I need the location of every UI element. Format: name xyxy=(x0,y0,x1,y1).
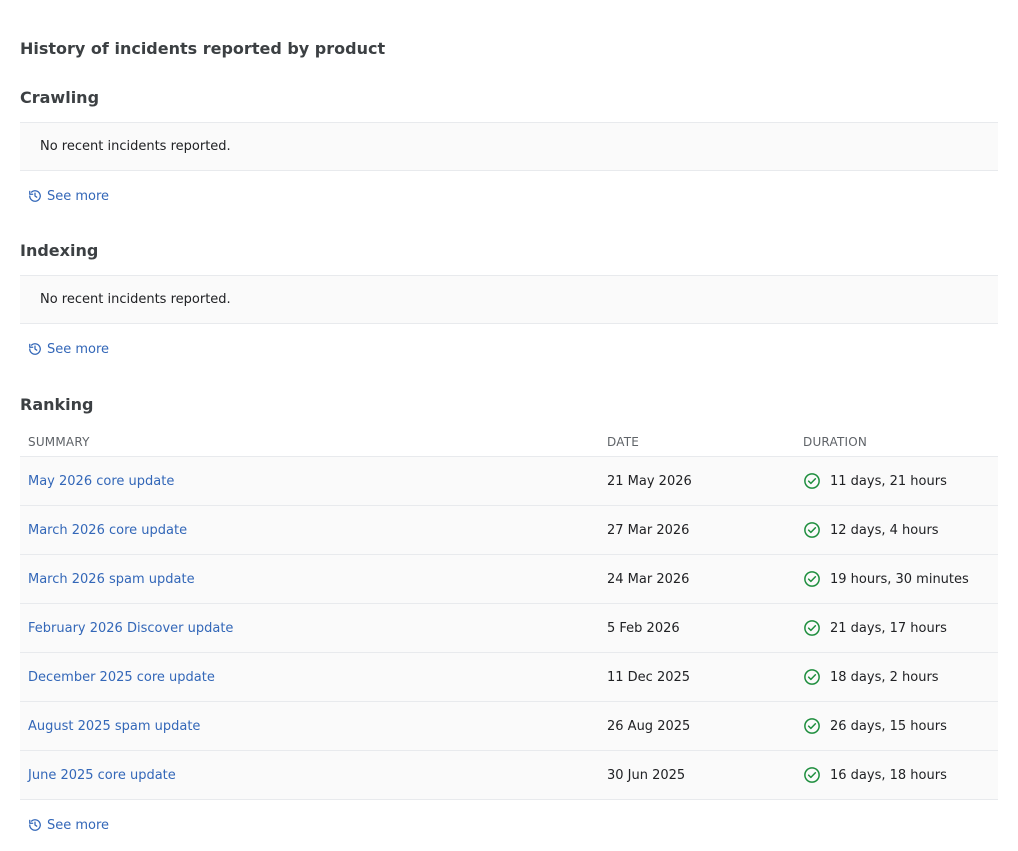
incident-date: 30 Jun 2025 xyxy=(607,767,686,783)
incident-summary-link[interactable]: June 2025 core update xyxy=(28,768,176,783)
crawling-empty-state: No recent incidents reported. xyxy=(20,122,998,171)
check-circle-icon xyxy=(804,473,820,489)
incident-date: 21 May 2026 xyxy=(607,473,692,489)
incident-summary-link[interactable]: August 2025 spam update xyxy=(28,719,200,734)
history-icon xyxy=(29,343,41,355)
column-header-summary: SUMMARY xyxy=(28,434,90,449)
check-circle-icon xyxy=(804,767,820,783)
see-more-label: See more xyxy=(47,817,110,833)
table-header: SUMMARY DATE DURATION xyxy=(20,427,998,457)
incident-summary-link[interactable]: February 2026 Discover update xyxy=(28,621,233,636)
column-header-date: DATE xyxy=(607,434,640,449)
incident-date: 24 Mar 2026 xyxy=(607,571,690,587)
column-header-duration: DURATION xyxy=(803,434,868,449)
table-row: December 2025 core update 11 Dec 2025 18… xyxy=(20,653,998,702)
ranking-incidents-table: SUMMARY DATE DURATION May 2026 core upda… xyxy=(20,427,998,800)
table-row: March 2026 spam update 24 Mar 2026 19 ho… xyxy=(20,555,998,604)
incident-summary-link[interactable]: March 2026 spam update xyxy=(28,572,195,587)
incident-duration: 11 days, 21 hours xyxy=(830,473,947,489)
check-circle-icon xyxy=(804,571,820,587)
section-title-indexing: Indexing xyxy=(20,241,99,260)
crawling-see-more-link[interactable]: See more xyxy=(28,186,109,206)
check-circle-icon xyxy=(804,718,820,734)
indexing-see-more-link[interactable]: See more xyxy=(28,339,109,359)
incident-date: 27 Mar 2026 xyxy=(607,522,690,538)
incident-duration: 16 days, 18 hours xyxy=(830,767,947,783)
ranking-see-more-link[interactable]: See more xyxy=(28,815,109,835)
indexing-empty-state: No recent incidents reported. xyxy=(20,275,998,324)
incident-duration: 18 days, 2 hours xyxy=(830,669,939,685)
see-more-label: See more xyxy=(47,341,110,357)
table-row: June 2025 core update 30 Jun 2025 16 day… xyxy=(20,751,998,800)
check-circle-icon xyxy=(804,522,820,538)
incident-summary-link[interactable]: May 2026 core update xyxy=(28,474,174,489)
section-title-crawling: Crawling xyxy=(20,88,100,107)
check-circle-icon xyxy=(804,620,820,636)
check-circle-icon xyxy=(804,669,820,685)
page-title: History of incidents reported by product xyxy=(20,39,386,58)
incident-duration: 21 days, 17 hours xyxy=(830,620,947,636)
incident-summary-link[interactable]: December 2025 core update xyxy=(28,670,215,685)
incident-date: 26 Aug 2025 xyxy=(607,718,691,734)
incident-duration: 26 days, 15 hours xyxy=(830,718,947,734)
table-row: February 2026 Discover update 5 Feb 2026… xyxy=(20,604,998,653)
section-title-ranking: Ranking xyxy=(20,395,94,414)
table-row: August 2025 spam update 26 Aug 2025 26 d… xyxy=(20,702,998,751)
incident-summary-link[interactable]: March 2026 core update xyxy=(28,523,187,538)
table-row: March 2026 core update 27 Mar 2026 12 da… xyxy=(20,506,998,555)
incident-duration: 12 days, 4 hours xyxy=(830,522,939,538)
incident-date: 11 Dec 2025 xyxy=(607,669,691,685)
incident-duration: 19 hours, 30 minutes xyxy=(830,571,969,587)
incident-date: 5 Feb 2026 xyxy=(607,620,680,636)
table-row: May 2026 core update 21 May 2026 11 days… xyxy=(20,457,998,506)
history-icon xyxy=(29,190,41,202)
see-more-label: See more xyxy=(47,188,110,204)
history-icon xyxy=(29,819,41,831)
